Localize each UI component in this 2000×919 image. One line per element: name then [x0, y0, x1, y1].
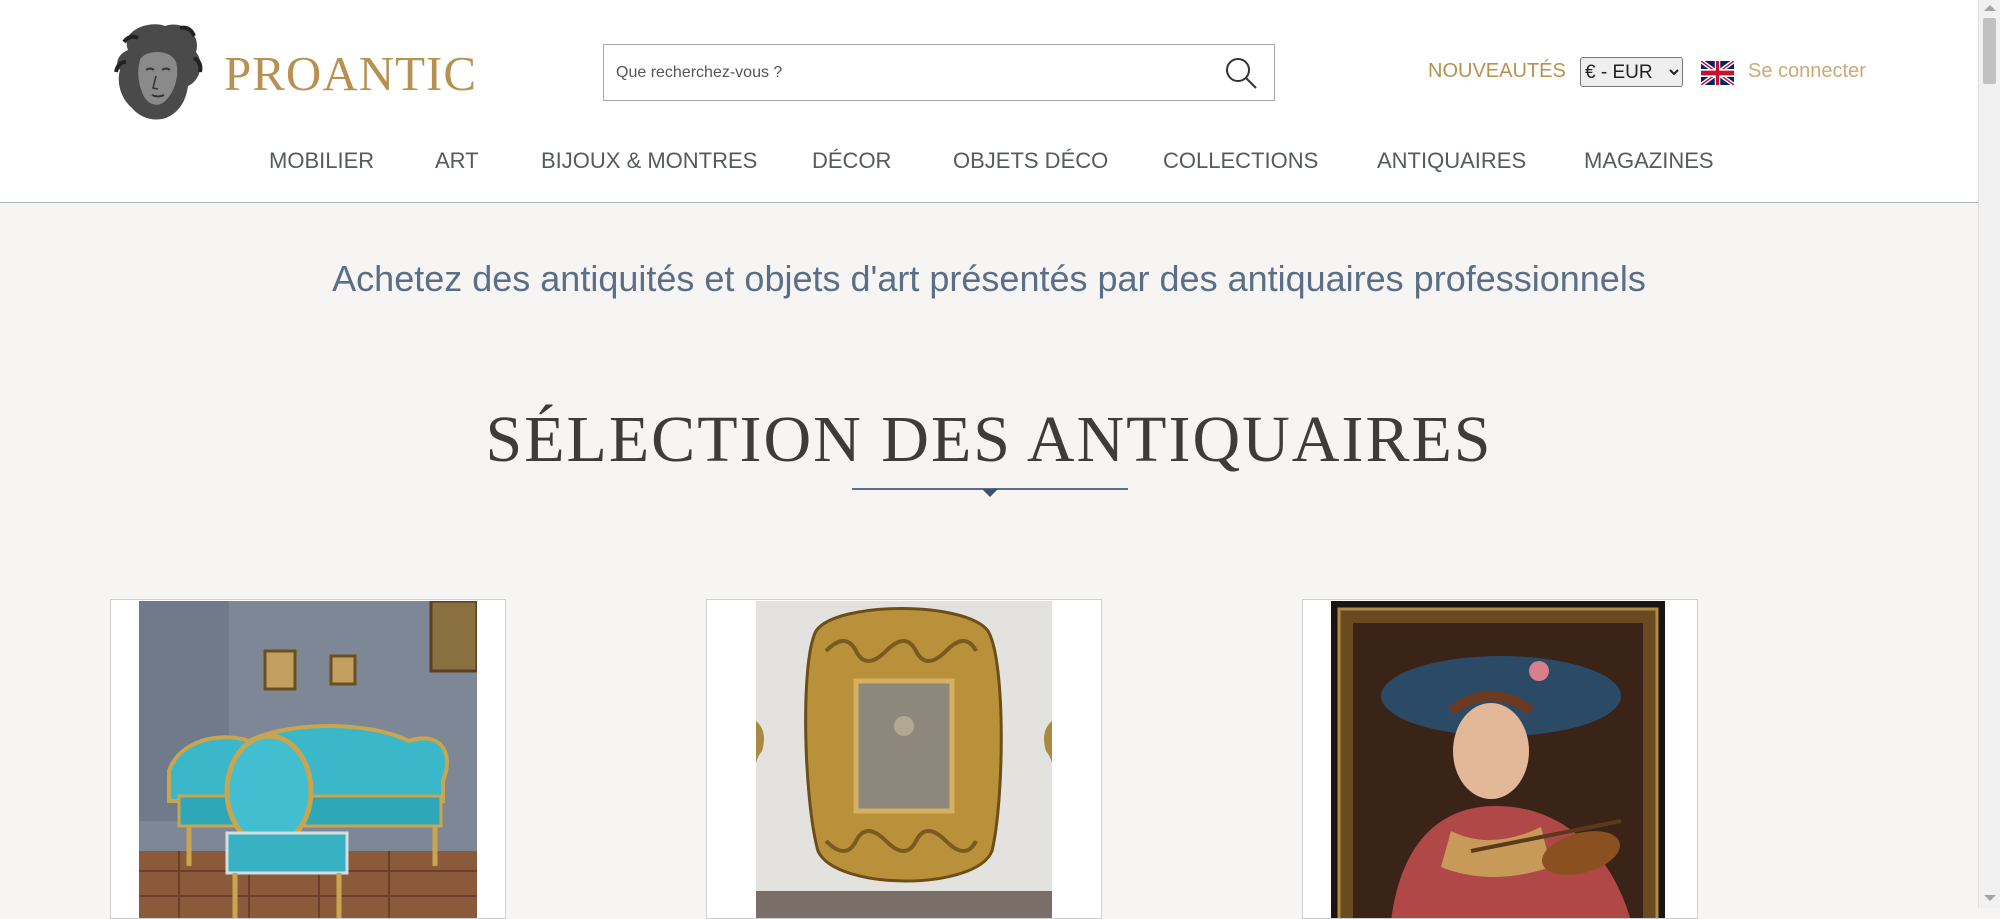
- currency-select[interactable]: € - EUR: [1580, 57, 1683, 87]
- nav-item-bijoux-montres[interactable]: BIJOUX & MONTRES: [541, 148, 757, 174]
- product-image-portrait-painting: [1331, 601, 1665, 918]
- tagline: Achetez des antiquités et objets d'art p…: [332, 258, 1646, 299]
- nav-item-mobilier[interactable]: MOBILIER: [269, 148, 374, 174]
- nav-item-decor[interactable]: DÉCOR: [812, 148, 891, 174]
- nav-item-magazines[interactable]: MAGAZINES: [1584, 148, 1714, 174]
- classical-bust-logo-icon[interactable]: [110, 20, 210, 122]
- site-header: PROANTIC NOUVEAUTÉS € - EUR Se connecter…: [0, 0, 1978, 203]
- login-link[interactable]: Se connecter: [1748, 60, 1866, 83]
- brand-name[interactable]: PROANTIC: [224, 44, 477, 104]
- title-divider: [852, 488, 1128, 497]
- nav-item-antiquaires[interactable]: ANTIQUAIRES: [1377, 148, 1526, 174]
- section-title: SÉLECTION DES ANTIQUAIRES: [485, 403, 1493, 476]
- uk-flag-icon[interactable]: [1701, 61, 1734, 85]
- product-card[interactable]: [706, 599, 1102, 919]
- search-input[interactable]: [614, 53, 1208, 93]
- product-image-gilt-mirror: [756, 601, 1052, 918]
- nav-item-objets-deco[interactable]: OBJETS DÉCO: [953, 148, 1108, 174]
- scroll-up-arrow-icon[interactable]: [1984, 5, 1996, 11]
- product-image-salon-furniture: [139, 601, 477, 918]
- nav-item-collections[interactable]: COLLECTIONS: [1163, 148, 1318, 174]
- product-card[interactable]: [1302, 599, 1698, 919]
- product-card[interactable]: [110, 599, 506, 919]
- page-scrollbar[interactable]: [1978, 0, 2000, 908]
- main-nav: MOBILIER ART BIJOUX & MONTRES DÉCOR OBJE…: [0, 148, 1978, 178]
- news-link[interactable]: NOUVEAUTÉS: [1428, 60, 1566, 83]
- search-box: [603, 44, 1275, 101]
- search-icon[interactable]: [1224, 56, 1258, 90]
- nav-item-art[interactable]: ART: [435, 148, 479, 174]
- scroll-down-arrow-icon[interactable]: [1984, 895, 1996, 901]
- scroll-thumb[interactable]: [1983, 18, 1996, 84]
